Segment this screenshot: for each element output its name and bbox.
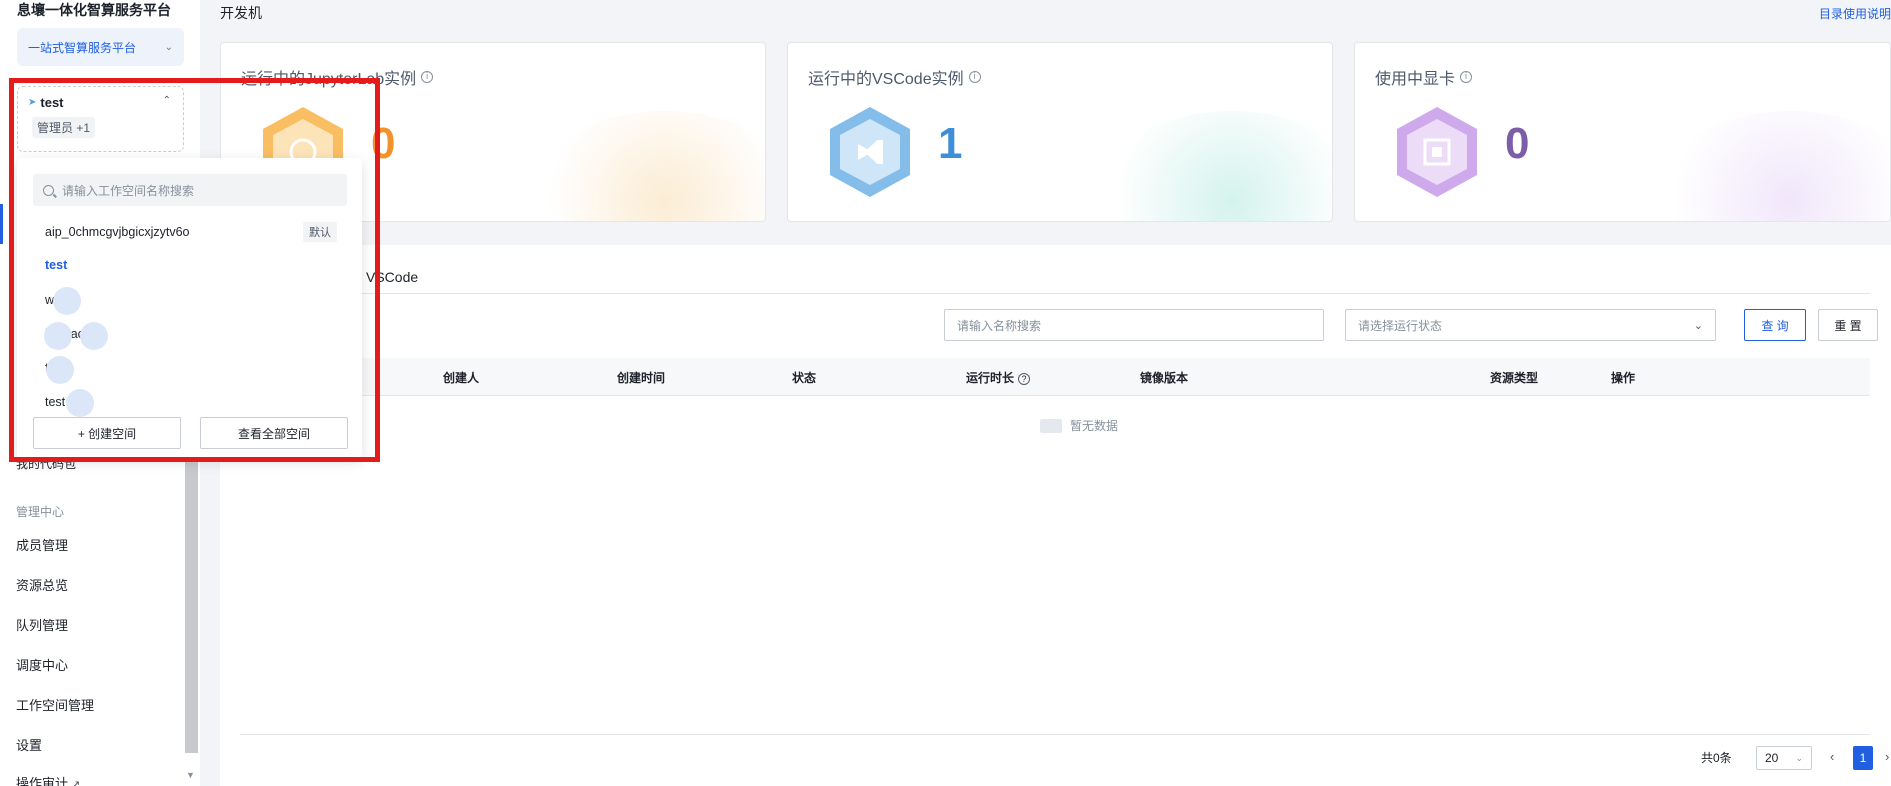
card-decoration: [525, 111, 765, 221]
sidebar-item-audit-label: 操作审计: [16, 776, 69, 786]
page-number-current[interactable]: 1: [1853, 746, 1873, 770]
column-image-version: 镜像版本: [1140, 371, 1189, 385]
stat-title: 运行中的VSCode实例 i: [808, 65, 981, 89]
sidebar-item-audit[interactable]: 操作审计 ↗: [16, 773, 80, 786]
chevron-down-icon: ⌄: [164, 41, 173, 53]
question-icon[interactable]: ?: [1018, 373, 1031, 385]
brand-title: 息壤一体化智算服务平台: [17, 2, 171, 18]
table-header: 创建人 创建时间 状态 运行时长? 镜像版本 资源类型 操作: [240, 358, 1870, 396]
column-created-time: 创建时间: [617, 371, 666, 385]
column-duration-label: 运行时长: [966, 371, 1015, 385]
active-indicator: [0, 204, 3, 244]
column-actions: 操作: [1611, 371, 1636, 385]
gpu-chip-icon: [1395, 105, 1479, 199]
stat-title: 使用中显卡 i: [1375, 65, 1473, 89]
highlight-box: [9, 78, 380, 462]
sidebar-item-scheduling[interactable]: 调度中心: [16, 655, 68, 674]
sidebar-item-queues[interactable]: 队列管理: [16, 615, 68, 634]
info-icon[interactable]: i: [421, 71, 434, 83]
empty-text: 暂无数据: [1070, 419, 1119, 433]
info-icon[interactable]: i: [968, 71, 981, 83]
stat-title-label: 使用中显卡: [1375, 71, 1456, 88]
sidebar-item-members[interactable]: 成员管理: [16, 535, 68, 554]
chevron-down-icon: ⌄: [1795, 752, 1803, 763]
prev-page-icon[interactable]: ‹: [1830, 749, 1834, 764]
stat-value: 0: [1505, 119, 1530, 168]
card-decoration: [1092, 111, 1332, 221]
platform-select-label: 一站式智算服务平台: [28, 40, 137, 55]
footer-divider: [240, 734, 1870, 735]
scroll-down-icon[interactable]: ▼: [186, 770, 195, 780]
tabs-divider: [240, 293, 1870, 294]
page-size-value: 20: [1765, 751, 1779, 765]
section-title-management: 管理中心: [16, 505, 65, 519]
column-creator: 创建人: [443, 371, 480, 385]
help-link[interactable]: 目录使用说明: [1819, 5, 1891, 22]
stat-value: 1: [938, 119, 963, 168]
platform-select[interactable]: 一站式智算服务平台 ⌄: [17, 28, 184, 66]
vscode-icon: [828, 105, 912, 199]
instance-list-panel: VSCode 请输入名称搜索 请选择运行状态 ⌄ 查 询 重 置 创建人 创建时…: [220, 245, 1891, 786]
stat-title-label: 运行中的VSCode实例: [808, 71, 964, 88]
reset-button[interactable]: 重 置: [1818, 309, 1878, 341]
page-size-select[interactable]: 20 ⌄: [1756, 746, 1812, 770]
page-title: 开发机: [220, 5, 262, 21]
next-page-icon[interactable]: ›: [1885, 749, 1889, 764]
card-decoration: [1650, 111, 1890, 221]
column-status: 状态: [792, 371, 817, 385]
info-icon[interactable]: i: [1460, 71, 1473, 83]
stat-card-gpu: 使用中显卡 i 0: [1354, 42, 1891, 222]
status-select-placeholder: 请选择运行状态: [1358, 318, 1443, 333]
status-select[interactable]: 请选择运行状态 ⌄: [1345, 309, 1716, 341]
external-link-icon: ↗: [71, 779, 81, 786]
stat-card-vscode: 运行中的VSCode实例 i 1: [787, 42, 1333, 222]
column-resource-type: 资源类型: [1490, 371, 1539, 385]
name-search-placeholder: 请输入名称搜索: [957, 318, 1042, 333]
query-button[interactable]: 查 询: [1744, 309, 1806, 341]
sidebar-item-workspaces[interactable]: 工作空间管理: [16, 695, 94, 714]
column-duration: 运行时长?: [966, 369, 1031, 386]
empty-box-icon: [1040, 418, 1062, 433]
name-search-input[interactable]: 请输入名称搜索: [944, 309, 1324, 341]
sidebar-item-settings[interactable]: 设置: [16, 735, 42, 754]
sidebar-item-resources[interactable]: 资源总览: [16, 575, 68, 594]
empty-state: 暂无数据: [1040, 417, 1118, 434]
chevron-down-icon: ⌄: [1693, 319, 1703, 332]
main-content: 开发机 目录使用说明 运行中的JupyterLab实例 i 0 运行中的VSCod…: [200, 0, 1891, 786]
total-count: 共0条: [1701, 751, 1732, 765]
